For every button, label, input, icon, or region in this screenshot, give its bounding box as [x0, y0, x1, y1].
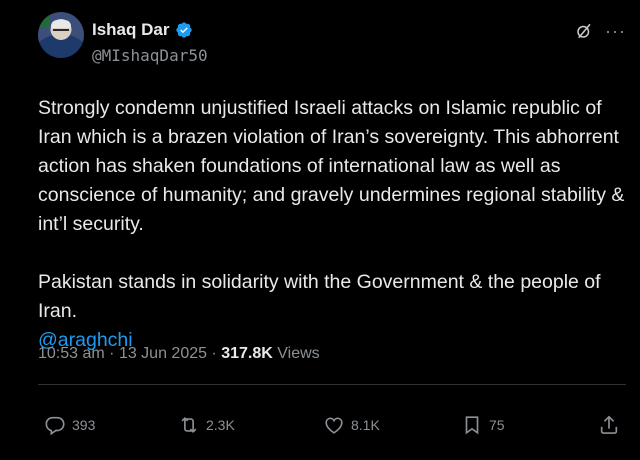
tweet-paragraph-2: Pakistan stands in solidarity with the G…: [38, 268, 628, 355]
avatar[interactable]: [38, 12, 84, 58]
share-icon: [598, 414, 620, 436]
views-label: Views: [272, 345, 320, 362]
tweet-time[interactable]: 10:53 am: [38, 345, 105, 362]
bookmark-button[interactable]: 75: [461, 414, 505, 436]
tweet-paragraph-1: Strongly condemn unjustified Israeli att…: [38, 97, 625, 235]
tweet-paragraph-2-text: Pakistan stands in solidarity with the G…: [38, 271, 601, 322]
bookmark-count: 75: [489, 417, 505, 433]
heart-icon: [323, 414, 345, 436]
bookmark-icon: [461, 414, 483, 436]
repost-button[interactable]: 2.3K: [178, 414, 235, 436]
reply-button[interactable]: 393: [44, 414, 95, 436]
grok-icon[interactable]: [575, 22, 593, 40]
repost-count: 2.3K: [206, 417, 235, 433]
tweet-meta: 10:53 am · 13 Jun 2025 · 317.8K Views: [38, 345, 320, 362]
like-button[interactable]: 8.1K: [323, 414, 380, 436]
author-name-row: Ishaq Dar: [92, 20, 193, 40]
repost-icon: [178, 414, 200, 436]
flag-icon: [40, 14, 50, 28]
tweet: Ishaq Dar @MIshaqDar50 ··· Strongly cond…: [0, 0, 640, 460]
verified-badge-icon[interactable]: [175, 21, 193, 39]
more-icon[interactable]: ···: [605, 22, 626, 40]
tweet-text: Strongly condemn unjustified Israeli att…: [38, 94, 628, 355]
reply-count: 393: [72, 417, 96, 433]
author-name[interactable]: Ishaq Dar: [92, 20, 169, 40]
like-count: 8.1K: [351, 417, 380, 433]
top-actions: ···: [575, 22, 626, 40]
action-bar: 393 2.3K 8.1K 75: [0, 414, 640, 438]
divider: [38, 384, 626, 385]
views-count[interactable]: 317.8K: [221, 345, 273, 362]
share-button[interactable]: [598, 414, 620, 436]
reply-icon: [44, 414, 66, 436]
author-handle[interactable]: @MIshaqDar50: [92, 46, 208, 65]
tweet-date[interactable]: 13 Jun 2025: [119, 345, 207, 362]
